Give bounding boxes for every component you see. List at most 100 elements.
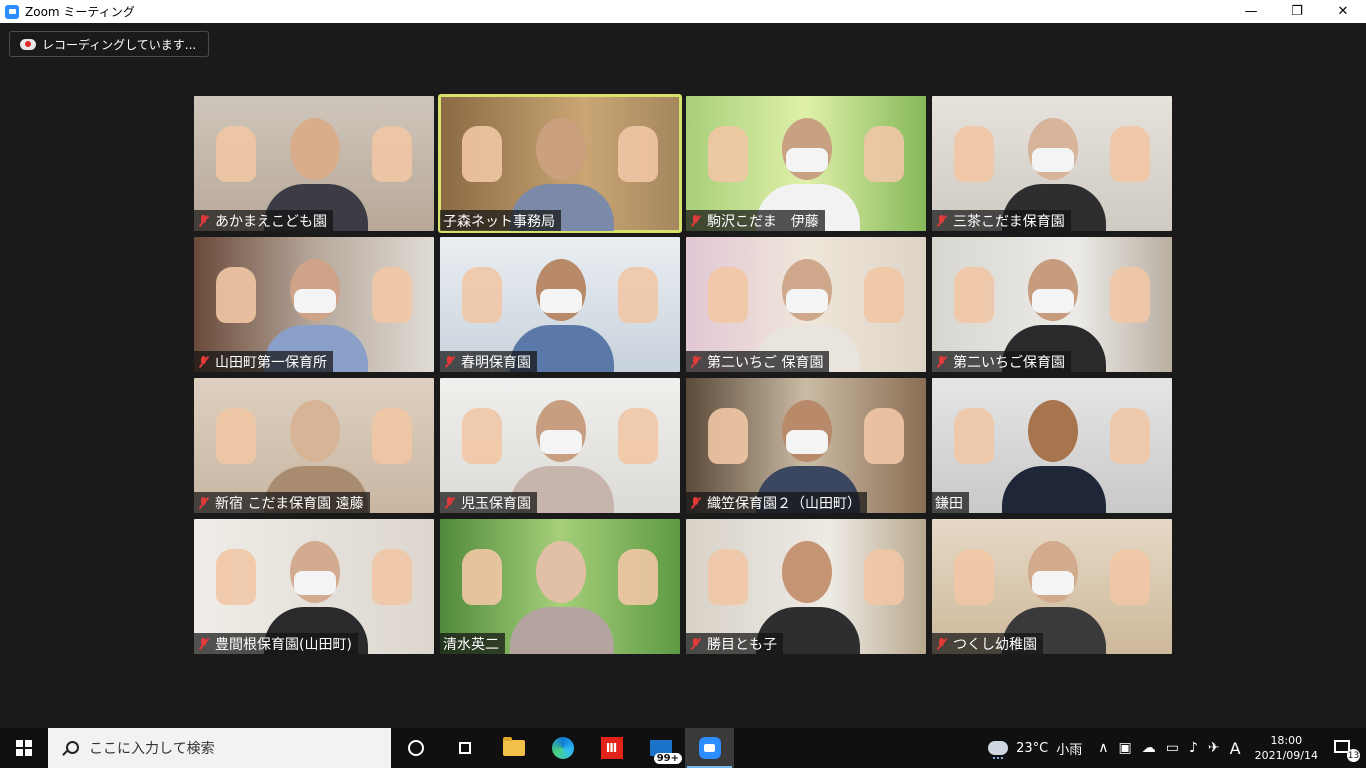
participant-name: つくし幼稚園 [953, 636, 1037, 653]
task-view-icon [456, 741, 474, 755]
participant-tile[interactable]: 勝目とも子 [686, 519, 926, 654]
mic-muted-icon [197, 637, 210, 651]
participant-tile[interactable]: 春明保育園 [440, 237, 680, 372]
participant-tile[interactable]: 新宿 こだま保育園 遠藤 [194, 378, 434, 513]
participant-tile[interactable]: つくし幼稚園 [932, 519, 1172, 654]
task-view-button[interactable] [440, 728, 489, 768]
participant-tile[interactable]: 第二いちご 保育園 [686, 237, 926, 372]
mic-muted-icon [689, 637, 702, 651]
window-title: Zoom ミーティング [25, 5, 135, 19]
volume-icon[interactable]: ♪ [1189, 740, 1198, 756]
participant-name: 新宿 こだま保育園 遠藤 [215, 495, 364, 512]
ime-indicator[interactable]: A [1230, 739, 1241, 758]
participant-tile[interactable]: 三茶こだま保育園 [932, 96, 1172, 231]
participant-name-bar: つくし幼稚園 [932, 633, 1043, 654]
zoom-taskbar-button[interactable] [685, 728, 734, 768]
clock-time: 18:00 [1270, 734, 1303, 747]
participant-name-bar: 山田町第一保育所 [194, 351, 333, 372]
participant-tile[interactable]: 子森ネット事務局 [438, 94, 682, 233]
system-tray: 23°C 小雨 ∧ ▣ ☁ ▭ ♪ ✈ A 18:00 2021/09/14 1… [988, 728, 1366, 768]
edge-icon [551, 737, 574, 759]
meet-now-icon[interactable]: ▣ [1119, 740, 1132, 756]
participant-name: 第二いちご保育園 [953, 354, 1065, 371]
participant-name-bar: 三茶こだま保育園 [932, 210, 1071, 231]
participant-name: 第二いちご 保育園 [707, 354, 824, 371]
participant-tile[interactable]: 鎌田 [932, 378, 1172, 513]
mic-muted-icon [197, 214, 210, 228]
taskbar-search[interactable]: ここに入力して検索 [48, 728, 391, 768]
participant-name: 鎌田 [935, 495, 963, 512]
participant-tile[interactable]: あかまえこども園 [194, 96, 434, 231]
network-icon[interactable]: ✈ [1208, 740, 1220, 756]
cloud-record-icon [20, 38, 36, 50]
minimize-button[interactable]: — [1228, 0, 1274, 23]
taskbar: ここに入力して検索 Ⅲ 99+ 23°C 小雨 ∧ ▣ ☁ ▭ ♪ ✈ A 18… [0, 728, 1366, 768]
mic-muted-icon [689, 355, 702, 369]
cortana-button[interactable] [391, 728, 440, 768]
start-button[interactable] [0, 728, 48, 768]
participant-name-bar: 第二いちご保育園 [932, 351, 1071, 372]
battery-icon[interactable]: ▭ [1166, 740, 1179, 756]
clock[interactable]: 18:00 2021/09/14 [1255, 733, 1318, 763]
participant-name-bar: 鎌田 [932, 492, 969, 513]
weather-text[interactable]: 小雨 [1056, 739, 1082, 758]
participant-name-bar: 児玉保育園 [440, 492, 537, 513]
participant-name: 子森ネット事務局 [443, 213, 555, 230]
participant-tile[interactable]: 駒沢こだま 伊藤 [686, 96, 926, 231]
mic-muted-icon [935, 214, 948, 228]
red-app-icon: Ⅲ [600, 737, 623, 759]
recording-label: レコーディングしています... [42, 37, 197, 52]
gallery-grid: あかまえこども園 子森ネット事務局 駒沢こだま 伊藤 三茶こだま保育園山田町第一保育所… [194, 94, 1173, 654]
chevron-up-icon[interactable]: ∧ [1098, 740, 1108, 756]
participant-name-bar: 豊間根保育園(山田町) [194, 633, 358, 654]
search-icon [62, 740, 79, 756]
participant-name: 織笠保育園２（山田町） [707, 495, 861, 512]
edge-button[interactable] [538, 728, 587, 768]
mic-muted-icon [197, 355, 210, 369]
zoom-icon [698, 737, 721, 759]
mail-button[interactable]: 99+ [636, 728, 685, 768]
participant-tile[interactable]: 織笠保育園２（山田町） [686, 378, 926, 513]
title-bar: Zoom ミーティング — ❐ ✕ [0, 0, 1366, 23]
recording-indicator[interactable]: レコーディングしています... [9, 31, 210, 57]
file-explorer-button[interactable] [489, 728, 538, 768]
participant-name-bar: 清水英二 [440, 633, 505, 654]
window-controls: — ❐ ✕ [1228, 0, 1366, 23]
participant-name-bar: 織笠保育園２（山田町） [686, 492, 867, 513]
meeting-area: レコーディングしています... あかまえこども園 子森ネット事務局 駒沢こだま 伊藤… [0, 23, 1366, 728]
participant-tile[interactable]: 第二いちご保育園 [932, 237, 1172, 372]
mic-muted-icon [443, 496, 456, 510]
participant-name: 駒沢こだま 伊藤 [707, 213, 819, 230]
mic-muted-icon [197, 496, 210, 510]
mic-muted-icon [935, 637, 948, 651]
participant-tile[interactable]: 清水英二 [440, 519, 680, 654]
temperature[interactable]: 23°C [1016, 741, 1048, 756]
folder-icon [502, 737, 525, 756]
participant-name-bar: 勝目とも子 [686, 633, 783, 654]
mic-muted-icon [689, 496, 702, 510]
zoom-app-icon [5, 4, 19, 19]
maximize-button[interactable]: ❐ [1274, 0, 1320, 23]
participant-name-bar: あかまえこども園 [194, 210, 333, 231]
participant-name: 豊間根保育園(山田町) [215, 636, 352, 653]
participant-tile[interactable]: 豊間根保育園(山田町) [194, 519, 434, 654]
participant-tile[interactable]: 児玉保育園 [440, 378, 680, 513]
participant-tile[interactable]: 山田町第一保育所 [194, 237, 434, 372]
windows-logo-icon [16, 740, 32, 756]
participant-name: 春明保育園 [461, 354, 531, 371]
participant-name: 三茶こだま保育園 [953, 213, 1065, 230]
mic-muted-icon [443, 355, 456, 369]
participant-name-bar: 第二いちご 保育園 [686, 351, 830, 372]
participant-name: 勝目とも子 [707, 636, 777, 653]
close-button[interactable]: ✕ [1320, 0, 1366, 23]
red-app-button[interactable]: Ⅲ [587, 728, 636, 768]
clock-date: 2021/09/14 [1254, 749, 1318, 762]
onedrive-icon[interactable]: ☁ [1142, 740, 1156, 756]
weather-icon[interactable] [988, 741, 1009, 759]
mic-muted-icon [935, 355, 948, 369]
participant-name-bar: 新宿 こだま保育園 遠藤 [194, 492, 370, 513]
notification-button[interactable]: 13 [1334, 738, 1360, 762]
participant-name-bar: 子森ネット事務局 [440, 210, 561, 231]
search-placeholder: ここに入力して検索 [89, 741, 215, 757]
participant-name: 山田町第一保育所 [215, 354, 327, 371]
